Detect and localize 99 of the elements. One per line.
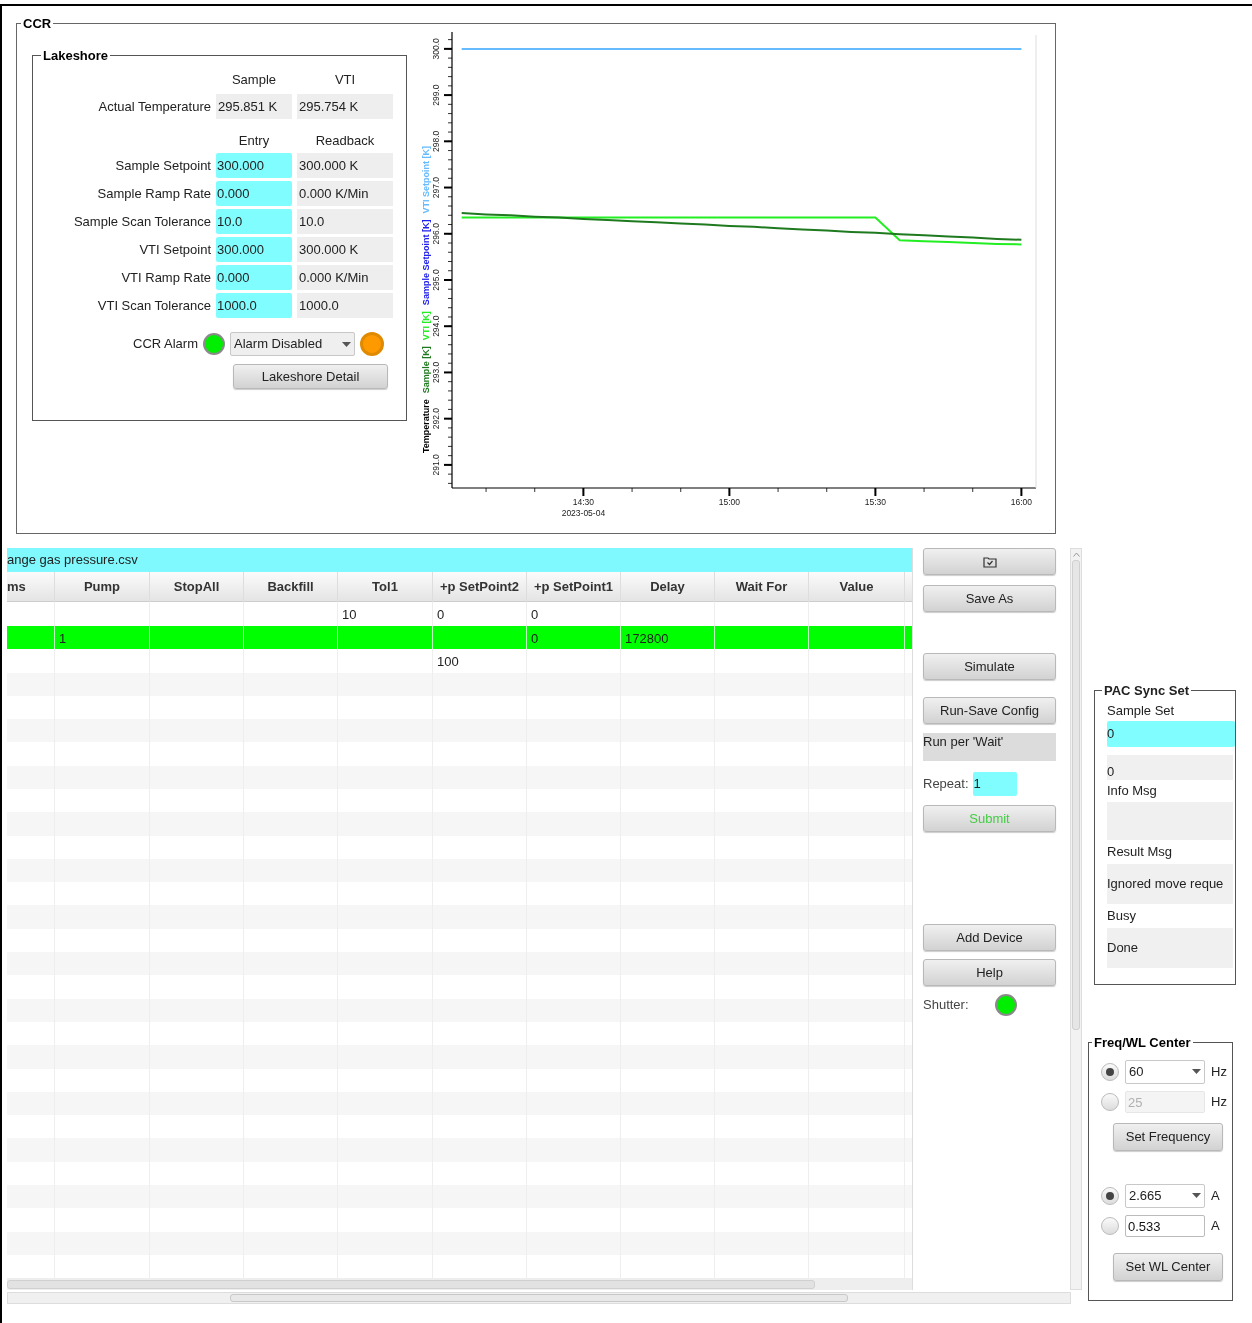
add-device-button[interactable]: Add Device — [923, 924, 1056, 951]
group-title: CCR — [22, 15, 53, 33]
y-tick-label: 295.0 — [431, 268, 441, 291]
y-tick-label: 297.0 — [431, 176, 441, 198]
field-label: Busy — [1107, 906, 1137, 925]
table-cell-text: 172800 — [624, 630, 669, 646]
vertical-scrollbar[interactable] — [1070, 548, 1082, 1290]
column-header: Entry — [237, 131, 271, 150]
field-label: Sample Set — [1107, 701, 1176, 720]
help-button[interactable]: Help — [923, 959, 1056, 986]
value-field[interactable]: 0.533 — [1125, 1214, 1205, 1237]
run-mode-toggle[interactable]: Run per 'Wait' — [923, 733, 1056, 761]
file-name-bar: ange gas pressure.csv — [7, 548, 912, 572]
y-tick-label: 292.0 — [431, 407, 441, 429]
table-cell-text: 100 — [436, 654, 459, 669]
value-dropdown[interactable]: 60 — [1125, 1059, 1205, 1084]
table-cell-text: 1 — [58, 630, 67, 646]
date-label: 2023-05-04 — [561, 507, 606, 518]
entry-field[interactable]: 10.0 — [216, 209, 292, 234]
unit-label: A — [1211, 1186, 1220, 1205]
table-cell-text: 0 — [436, 607, 445, 622]
table-row[interactable]: 1 0 172800 — [7, 625, 912, 649]
readback-value: 0.000 K/Min — [297, 181, 393, 206]
readback-value: 300.000 K — [297, 237, 393, 262]
table-cell-text: 10 — [341, 607, 357, 622]
group-title: Freq/WL Center — [1093, 1034, 1192, 1052]
caret-icon — [342, 341, 351, 347]
group-title: PAC Sync Set — [1103, 682, 1190, 700]
horizontal-scrollbar[interactable] — [7, 1292, 1071, 1304]
group-title: Lakeshore — [42, 46, 110, 65]
simulate-button[interactable]: Simulate — [923, 653, 1056, 680]
field-label: VTI Setpoint — [138, 240, 211, 259]
column-header: VTI — [333, 71, 357, 89]
y-tick-label: 299.0 — [431, 83, 441, 106]
y-axis-label: Temperature — [421, 398, 431, 453]
status-box: Done — [1107, 927, 1233, 968]
set-wl-center-button[interactable]: Set WL Center — [1113, 1252, 1223, 1281]
value-dropdown[interactable]: 2.665 — [1125, 1183, 1205, 1208]
unit-label: Hz — [1211, 1062, 1227, 1081]
field-label: Sample Ramp Rate — [96, 184, 211, 203]
sample-set-field[interactable]: 0 — [1107, 720, 1235, 747]
entry-field[interactable]: 0.000 — [216, 265, 292, 290]
alarm-dropdown[interactable]: Alarm Disabled — [230, 332, 355, 356]
field-label: Sample Scan Tolerance — [72, 212, 211, 231]
field-label: Shutter: — [923, 996, 969, 1015]
field-label: Info Msg — [1107, 781, 1158, 800]
entry-field[interactable]: 0.000 — [216, 181, 292, 206]
table-scrollbar[interactable] — [7, 1278, 912, 1291]
radio-button[interactable] — [1101, 1062, 1119, 1081]
y-tick-label: 293.0 — [431, 361, 441, 383]
field-label: Repeat: — [923, 775, 969, 794]
readback-value: 10.0 — [297, 209, 393, 234]
y-tick-label: 294.0 — [431, 315, 441, 337]
field-label: Sample Setpoint — [114, 156, 211, 175]
field-label: VTI Ramp Rate — [120, 268, 211, 287]
series-label: VTI Setpoint [K] — [421, 145, 431, 214]
field-label: CCR Alarm — [133, 335, 198, 354]
readback-value: 300.000 K — [297, 153, 393, 178]
radio-button[interactable] — [1101, 1186, 1119, 1205]
field-label: VTI Scan Tolerance — [96, 296, 211, 315]
x-tick-label: 15:00 — [718, 496, 741, 507]
y-tick-label: 298.0 — [431, 130, 441, 152]
x-tick-label: 15:30 — [864, 496, 887, 507]
readback-value: 0.000 K/Min — [297, 265, 393, 290]
save-as-button[interactable]: Save As — [923, 585, 1056, 612]
series-label: VTI [K] — [421, 310, 431, 340]
readback-value: 295.754 K — [297, 94, 393, 119]
series-label: Sample [K] — [421, 345, 431, 393]
lakeshore-detail-button[interactable]: Lakeshore Detail — [233, 364, 388, 389]
entry-field[interactable]: 1000.0 — [216, 293, 292, 318]
caret-icon — [1192, 1193, 1201, 1198]
set-frequency-button[interactable]: Set Frequency — [1113, 1122, 1223, 1151]
folder-check-icon — [982, 555, 997, 568]
series-label: Sample Setpoint [K] — [421, 219, 431, 305]
field-label: Actual Temperature — [97, 97, 211, 116]
column-header: Sample — [230, 71, 278, 89]
radio-button[interactable] — [1101, 1216, 1119, 1235]
unit-label: Hz — [1211, 1092, 1227, 1111]
entry-field[interactable]: 300.000 — [216, 237, 292, 262]
unit-label: A — [1211, 1216, 1220, 1235]
x-tick-label: 16:00 — [1010, 496, 1033, 507]
y-tick-label: 300.0 — [431, 37, 441, 59]
readback-value: 1000.0 — [297, 293, 393, 318]
open-file-button[interactable] — [923, 548, 1056, 575]
run-save-config-button[interactable]: Run-Save Config — [923, 697, 1056, 724]
scroll-up-icon — [1072, 552, 1080, 557]
y-tick-label: 296.0 — [431, 222, 441, 244]
result-message-box: Ignored move reque — [1107, 863, 1233, 904]
column-header: Readback — [314, 131, 376, 150]
entry-field[interactable]: 300.000 — [216, 153, 292, 178]
x-tick-label: 14:30 — [572, 496, 595, 507]
readback-value: 295.851 K — [216, 94, 292, 119]
y-tick-label: 291.0 — [431, 453, 441, 476]
table-cell-text: 0 — [530, 630, 539, 646]
field-label: Result Msg — [1107, 842, 1174, 861]
readback-value: 0 — [1107, 754, 1233, 780]
repeat-field[interactable]: 1 — [972, 772, 1017, 796]
caret-icon — [1192, 1069, 1201, 1074]
table-cell-text: 0 — [530, 607, 539, 622]
